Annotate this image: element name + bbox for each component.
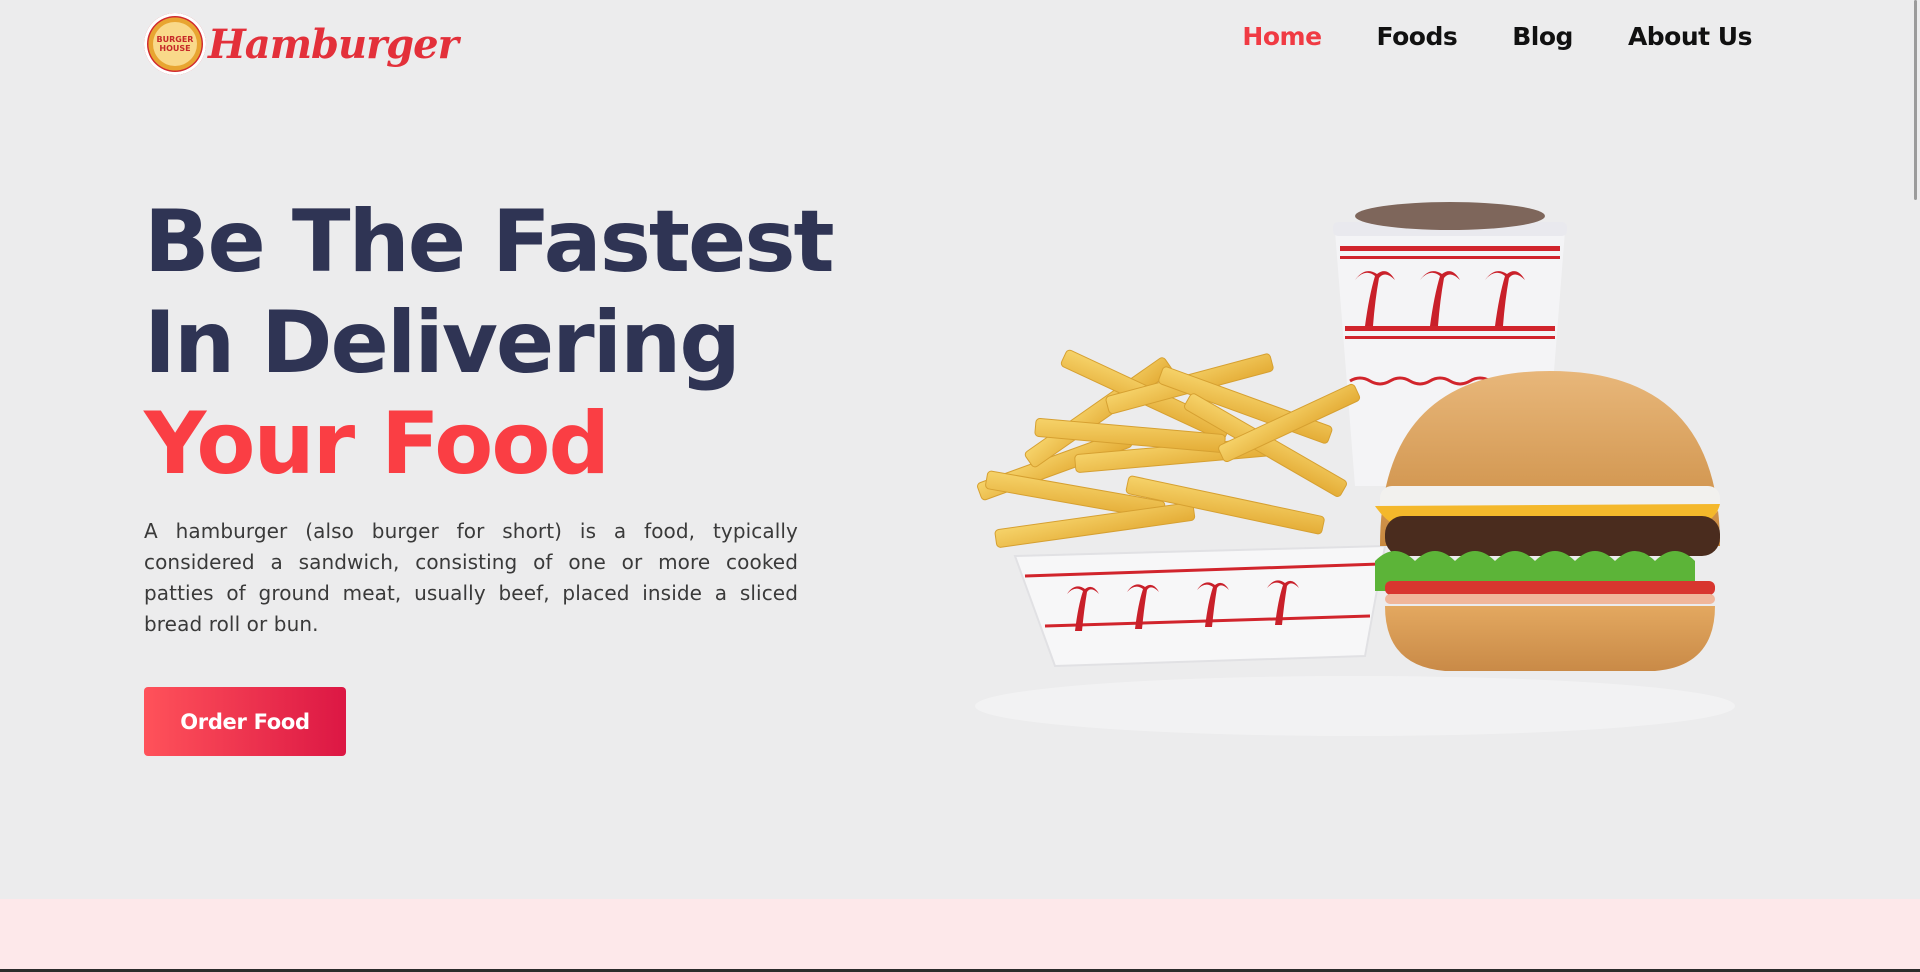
brand-name: Hamburger — [208, 20, 459, 68]
hero-title-line-2: In Delivering — [144, 293, 741, 393]
nav-link-blog[interactable]: Blog — [1512, 22, 1573, 51]
nav-link-about-us[interactable]: About Us — [1628, 22, 1753, 51]
hero-title-line-3: Your Food — [144, 394, 610, 494]
badge-text-top: BURGER — [156, 35, 194, 44]
fries-boat — [1013, 544, 1387, 668]
order-food-button[interactable]: Order Food — [144, 687, 346, 756]
badge-text-bottom: HOUSE — [159, 44, 191, 53]
navbar: BURGER HOUSE Hamburger Home Foods Blog A… — [0, 0, 1920, 86]
hero-description: A hamburger (also burger for short) is a… — [144, 519, 798, 636]
burger-fries-drink-image — [975, 202, 1735, 736]
page-scrollbar[interactable] — [1914, 0, 1917, 200]
hero-title: Be The Fastest In Delivering Your Food — [144, 192, 835, 495]
brand-logo[interactable]: BURGER HOUSE Hamburger — [144, 10, 459, 78]
fries — [977, 349, 1361, 548]
next-section-band — [0, 899, 1920, 972]
nav-link-home[interactable]: Home — [1242, 22, 1322, 51]
burger — [1375, 371, 1720, 671]
burger-house-badge-icon: BURGER HOUSE — [144, 13, 206, 75]
main-nav: Home Foods Blog About Us — [1187, 22, 1752, 51]
nav-link-foods[interactable]: Foods — [1377, 22, 1458, 51]
hero-title-line-1: Be The Fastest — [144, 192, 835, 292]
